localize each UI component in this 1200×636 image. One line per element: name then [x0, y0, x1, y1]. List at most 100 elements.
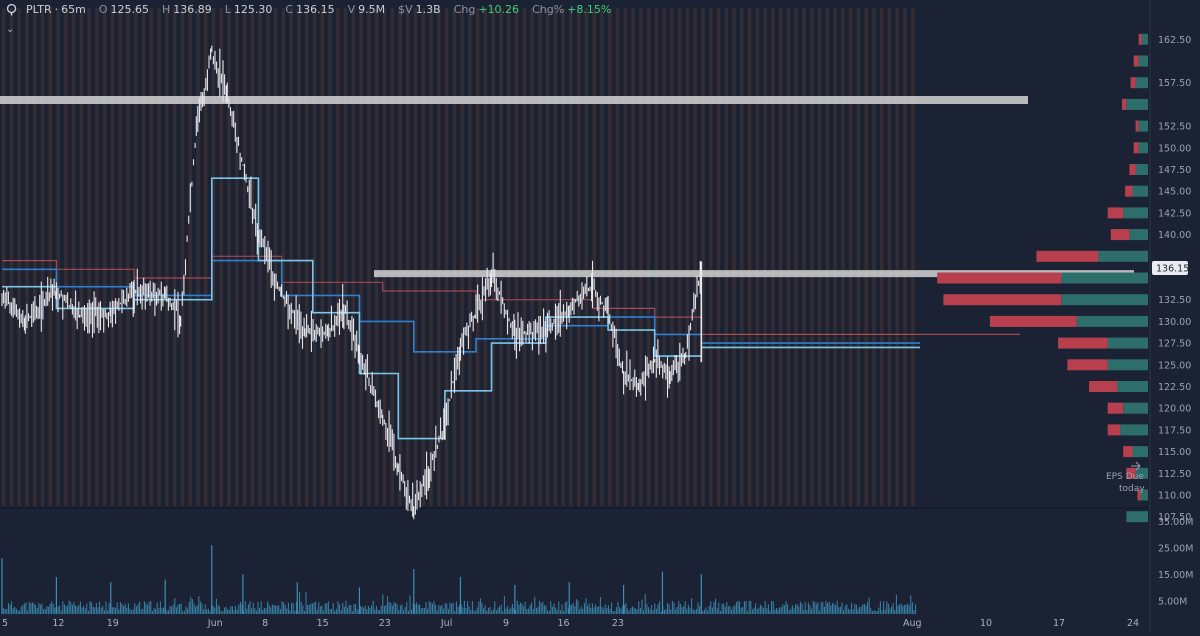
pane-divider	[0, 507, 1148, 509]
change-label: Chg	[453, 2, 476, 16]
open-value: 125.65	[110, 2, 150, 16]
session-stripe	[110, 8, 115, 506]
session-stripe	[235, 8, 239, 506]
session-stripe	[274, 8, 278, 506]
dollar-volume-value: 1.3B	[415, 2, 441, 16]
dollar-volume-label: $V	[398, 2, 413, 16]
time-axis-tick: 17	[1053, 618, 1065, 629]
price-axis-tick: 152.50	[1158, 122, 1191, 133]
session-stripe	[779, 8, 783, 506]
session-stripe	[903, 8, 907, 506]
search-icon[interactable]	[6, 3, 19, 16]
session-stripe	[841, 8, 845, 506]
volume-profile-buy-bar	[1138, 120, 1148, 132]
session-stripe	[755, 8, 760, 506]
session-stripe	[639, 8, 643, 506]
session-stripe	[25, 8, 29, 506]
session-stripe	[180, 8, 185, 506]
session-stripe	[483, 8, 488, 506]
session-stripe	[794, 8, 798, 506]
session-stripe	[678, 8, 682, 506]
session-stripe	[662, 8, 666, 506]
session-stripe	[9, 8, 14, 506]
session-stripe	[406, 8, 410, 506]
price-axis-tick: 157.50	[1158, 78, 1191, 89]
volume-axis-tick: 15.00M	[1158, 570, 1193, 581]
header-separator: ·	[54, 2, 59, 16]
session-stripe	[685, 8, 690, 506]
session-stripe	[64, 8, 68, 506]
session-stripe	[553, 8, 558, 506]
ohlc-header: PLTR · 65m O 125.65 H 136.89 L 125.30 C …	[26, 0, 614, 18]
eps-due-label: EPS Due	[1106, 472, 1144, 482]
session-stripe	[157, 8, 161, 506]
session-stripe	[87, 8, 91, 506]
time-axis-tick: Jul	[440, 618, 452, 629]
session-stripe	[577, 8, 581, 506]
volume-profile-sell-bar	[1133, 55, 1139, 67]
price-axis-tick: 142.50	[1158, 208, 1191, 219]
time-axis-tick: 9	[503, 618, 509, 629]
session-stripe	[421, 8, 425, 506]
session-stripe	[17, 8, 21, 506]
session-stripe	[507, 8, 511, 506]
volume-value: 9.5M	[358, 2, 386, 16]
session-stripe	[188, 8, 192, 506]
volume-profile-buy-bar	[1132, 185, 1148, 197]
session-stripe	[530, 8, 534, 506]
session-stripe	[631, 8, 635, 506]
session-stripe	[476, 8, 480, 506]
session-stripe	[126, 8, 130, 506]
session-stripe	[608, 8, 612, 506]
session-stripe	[103, 8, 107, 506]
volume-profile-sell-bar	[1107, 402, 1124, 414]
session-stripe	[561, 8, 565, 506]
volume-profile-sell-bar	[1135, 120, 1139, 132]
session-stripe	[141, 8, 146, 506]
session-stripe	[825, 8, 829, 506]
session-stripe	[802, 8, 806, 506]
volume-profile-buy-bar	[1107, 359, 1148, 371]
price-axis-tick: 162.50	[1158, 35, 1191, 46]
session-stripe	[592, 8, 596, 506]
session-stripe	[716, 8, 721, 506]
volume-profile-sell-bar	[1036, 250, 1099, 262]
price-axis-tick: 120.00	[1158, 404, 1191, 415]
session-stripe	[460, 8, 464, 506]
volume-profile-buy-bar	[1120, 424, 1148, 436]
session-stripe	[2, 8, 6, 506]
price-axis-tick: 122.50	[1158, 382, 1191, 393]
price-chart-svg[interactable]: 177.50172.50167.50162.50157.50152.50150.…	[0, 0, 1200, 632]
volume-profile-buy-bar	[1076, 315, 1148, 327]
session-stripe	[709, 8, 713, 506]
session-stripe	[887, 8, 892, 506]
session-stripe	[864, 8, 868, 506]
volume-profile-sell-bar	[1138, 33, 1142, 45]
session-stripe	[367, 8, 371, 506]
session-stripe	[134, 8, 138, 506]
session-stripe	[600, 8, 604, 506]
session-stripe	[646, 8, 651, 506]
volume-profile-buy-bar	[1123, 207, 1148, 219]
ticker-symbol[interactable]: PLTR	[26, 3, 52, 16]
session-stripe	[452, 8, 457, 506]
price-axis-tick: 110.00	[1158, 491, 1191, 502]
high-value: 136.89	[173, 2, 212, 16]
interval-label[interactable]: 65m	[61, 3, 86, 16]
volume-profile-buy-bar	[1123, 402, 1148, 414]
session-stripe	[880, 8, 884, 506]
session-stripe	[872, 8, 876, 506]
time-axis-tick: 10	[980, 618, 992, 629]
time-axis-tick: Jun	[207, 618, 223, 629]
chevron-down-icon[interactable]: ⌄	[6, 24, 14, 35]
session-stripe	[833, 8, 837, 506]
time-axis-tick: 24	[1127, 618, 1139, 629]
price-axis-tick: 167.50	[1158, 0, 1191, 2]
session-stripe	[499, 8, 503, 506]
chart-root: 177.50172.50167.50162.50157.50152.50150.…	[0, 0, 1200, 632]
session-stripe	[242, 8, 247, 506]
session-stripe	[856, 8, 861, 506]
session-stripe	[196, 8, 200, 506]
time-axis-tick: 23	[379, 618, 391, 629]
session-stripe	[40, 8, 45, 506]
